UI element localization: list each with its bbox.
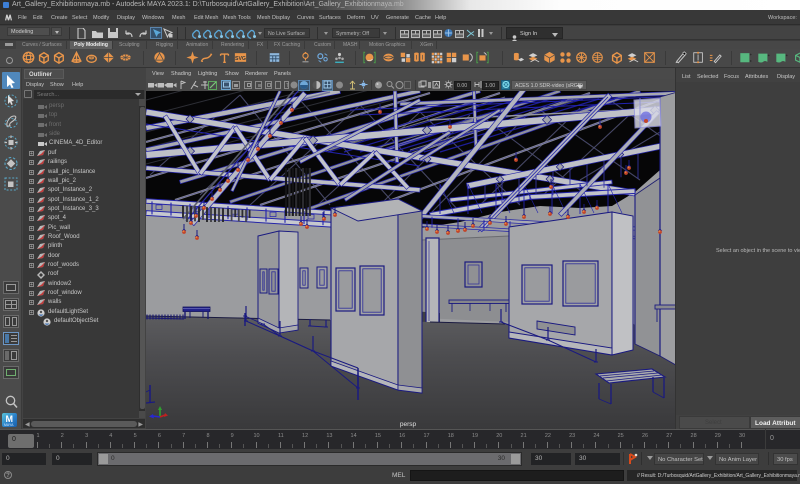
svg-text:persp: persp: [400, 421, 417, 428]
svg-text:SVG: SVG: [235, 56, 246, 62]
